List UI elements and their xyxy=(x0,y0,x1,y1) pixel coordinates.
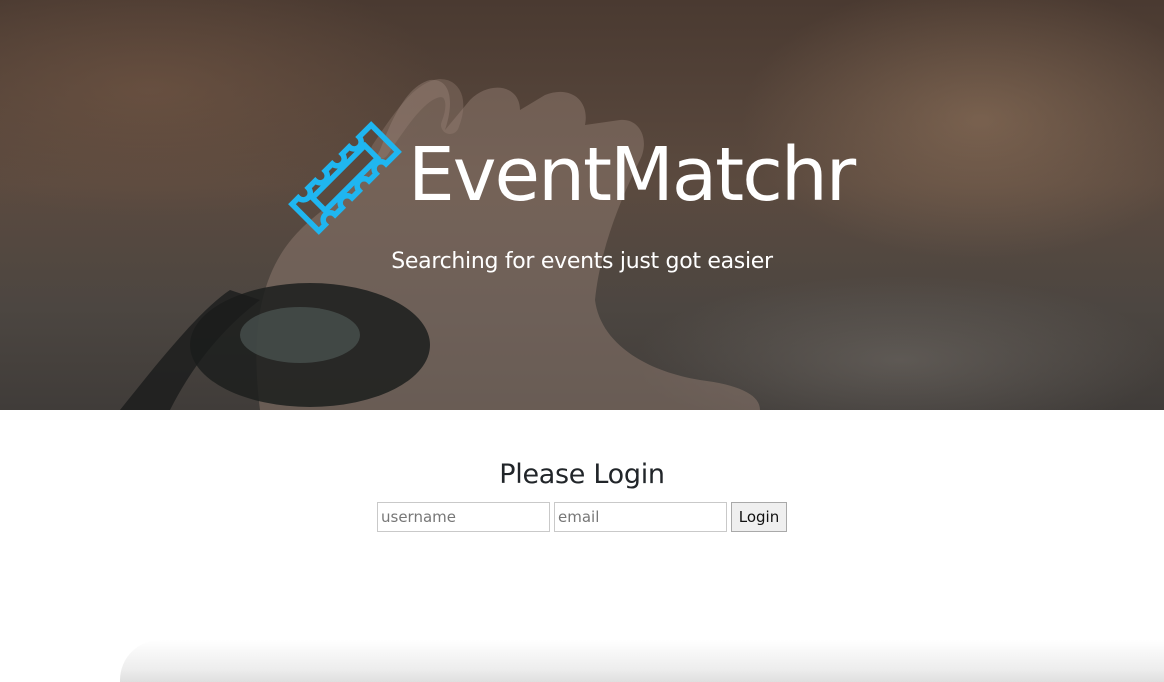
login-form: Login xyxy=(377,502,787,532)
username-input[interactable] xyxy=(377,502,550,532)
email-input[interactable] xyxy=(554,502,727,532)
login-button[interactable]: Login xyxy=(731,502,787,532)
brand-name: EventMatchr xyxy=(408,132,856,218)
brand-logo: EventMatchr xyxy=(284,118,856,238)
hero-banner: EventMatchr Searching for events just go… xyxy=(0,0,1164,410)
tagline: Searching for events just got easier xyxy=(391,249,773,274)
ticket-icon xyxy=(288,121,402,235)
login-title: Please Login xyxy=(499,459,665,490)
bottom-shadow-divider xyxy=(120,640,1164,682)
